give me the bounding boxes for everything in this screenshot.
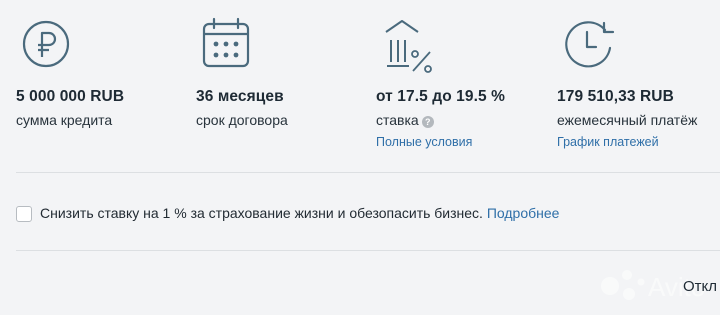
ruble-coin-icon: [16, 14, 76, 78]
insurance-option: Снизить ставку на 1 % за страхование жиз…: [40, 205, 559, 221]
divider: [16, 172, 720, 173]
details-link[interactable]: Подробнее: [487, 205, 560, 221]
insurance-text: Снизить ставку на 1 % за страхование жиз…: [40, 205, 483, 221]
monthly-payment-label: ежемесячный платёж: [557, 112, 698, 128]
help-icon[interactable]: ?: [421, 116, 434, 128]
monthly-payment-value: 179 510,33 RUB: [557, 88, 674, 105]
rate-label-row: ставка?: [376, 112, 434, 128]
clock-refresh-icon: [557, 14, 617, 78]
loan-amount-value: 5 000 000 RUB: [16, 88, 125, 105]
term-label: срок договора: [196, 112, 288, 128]
bank-percent-icon: [376, 14, 436, 78]
loan-amount-label: сумма кредита: [16, 112, 113, 128]
divider: [16, 250, 720, 251]
insurance-checkbox[interactable]: [16, 206, 32, 222]
rate-value: от 17.5 до 19.5 %: [376, 88, 506, 105]
term-value: 36 месяцев: [196, 88, 284, 105]
rate-label: ставка: [376, 112, 419, 128]
payment-schedule-link[interactable]: График платежей: [557, 135, 659, 149]
full-terms-link[interactable]: Полные условия: [376, 135, 472, 149]
calendar-icon: [196, 14, 256, 78]
decline-button[interactable]: Откл: [683, 278, 717, 295]
